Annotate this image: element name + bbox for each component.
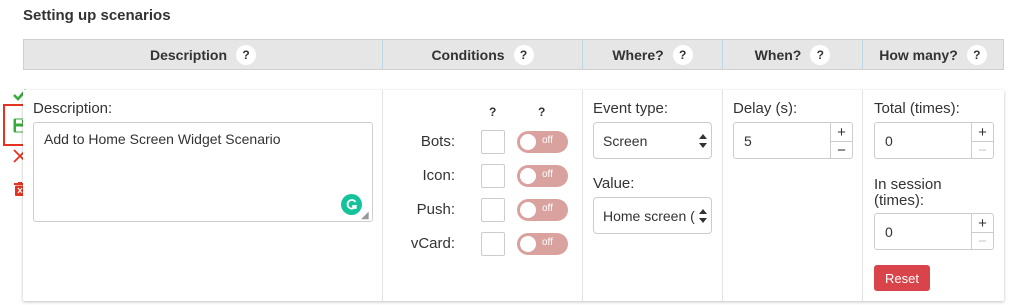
delay-increment-button[interactable]: + <box>830 123 852 141</box>
how-many-help-icon[interactable]: ? <box>966 44 987 65</box>
delay-value[interactable]: 5 <box>744 133 752 149</box>
select-arrows-icon <box>699 132 707 150</box>
push-toggle[interactable]: off <box>517 199 568 221</box>
delay-decrement-button[interactable]: − <box>830 141 852 159</box>
header-where-label: Where? <box>612 46 664 63</box>
bots-checkbox[interactable] <box>481 130 505 154</box>
value-select[interactable]: Home screen ( <box>593 197 712 234</box>
header-description: Description ? <box>24 40 383 69</box>
description-label: Description: <box>33 100 113 117</box>
toggle-state: off <box>542 203 553 214</box>
header-when: When? ? <box>723 40 863 69</box>
vcard-label: vCard: <box>410 235 455 252</box>
header-where: Where? ? <box>583 40 723 69</box>
icon-toggle[interactable]: off <box>517 165 568 187</box>
page-title: Setting up scenarios <box>23 7 171 24</box>
session-label-line2: (times): <box>874 192 924 209</box>
resize-grip-icon[interactable]: ◢ <box>361 210 369 221</box>
toggle-knob <box>520 236 536 252</box>
session-stepper[interactable]: 0 + − <box>874 213 994 250</box>
conditions-cell: ? ? Bots: off Icon: off Push: off vCard:… <box>383 90 583 301</box>
value-label: Value: <box>593 175 635 192</box>
toggle-state: off <box>542 135 553 146</box>
reset-button[interactable]: Reset <box>874 265 930 291</box>
bots-toggle[interactable]: off <box>517 131 568 153</box>
value-select-value: Home screen ( <box>603 207 695 224</box>
description-cell: Description: Add to Home Screen Widget S… <box>23 90 383 301</box>
session-increment-button[interactable]: + <box>971 214 993 232</box>
delay-label: Delay (s): <box>733 100 798 117</box>
delay-stepper[interactable]: 5 + − <box>733 122 853 159</box>
push-label: Push: <box>416 201 455 218</box>
toggle-state: off <box>542 237 553 248</box>
event-type-select[interactable]: Screen <box>593 122 712 159</box>
header-conditions: Conditions ? <box>383 40 583 69</box>
conditions-help-icon[interactable]: ? <box>513 44 534 65</box>
vcard-checkbox[interactable] <box>481 232 505 256</box>
toggle-state: off <box>542 169 553 180</box>
icon-label: Icon: <box>422 167 455 184</box>
total-stepper[interactable]: 0 + − <box>874 122 994 159</box>
session-value[interactable]: 0 <box>885 224 893 240</box>
select-arrows-icon <box>699 207 707 225</box>
session-decrement-button[interactable]: − <box>971 232 993 250</box>
session-stepper-buttons: + − <box>971 214 993 250</box>
condition-help-2[interactable]: ? <box>538 105 545 119</box>
vcard-toggle[interactable]: off <box>517 233 568 255</box>
total-increment-button[interactable]: + <box>971 123 993 141</box>
total-decrement-button[interactable]: − <box>971 141 993 159</box>
when-help-icon[interactable]: ? <box>810 44 831 65</box>
header-how-many-label: How many? <box>879 46 958 63</box>
header-conditions-label: Conditions <box>431 46 505 63</box>
toggle-knob <box>520 202 536 218</box>
total-stepper-buttons: + − <box>971 123 993 159</box>
scenario-row: Description: Add to Home Screen Widget S… <box>23 90 1004 301</box>
where-help-icon[interactable]: ? <box>672 44 693 65</box>
where-cell: Event type: Screen Value: Home screen ( <box>583 90 723 301</box>
toggle-knob <box>520 134 536 150</box>
event-type-label: Event type: <box>593 100 669 117</box>
when-cell: Delay (s): 5 + − <box>723 90 863 301</box>
total-label: Total (times): <box>874 100 960 117</box>
session-label-line1: In session <box>874 176 942 193</box>
header-description-label: Description <box>149 46 227 63</box>
condition-help-1[interactable]: ? <box>489 105 496 119</box>
delay-stepper-buttons: + − <box>830 123 852 159</box>
bots-label: Bots: <box>420 133 455 150</box>
table-header: Description ? Conditions ? Where? ? When… <box>23 39 1004 70</box>
push-checkbox[interactable] <box>481 198 505 222</box>
header-when-label: When? <box>754 46 802 63</box>
icon-checkbox[interactable] <box>481 164 505 188</box>
description-textarea[interactable]: Add to Home Screen Widget Scenario <box>33 122 373 222</box>
event-type-value: Screen <box>603 132 648 149</box>
header-how-many: How many? ? <box>863 40 1003 69</box>
grammarly-icon[interactable] <box>341 194 362 215</box>
how-many-cell: Total (times): 0 + − In session (times):… <box>863 90 1004 301</box>
description-help-icon[interactable]: ? <box>236 44 256 65</box>
toggle-knob <box>520 168 536 184</box>
total-value[interactable]: 0 <box>885 133 893 149</box>
